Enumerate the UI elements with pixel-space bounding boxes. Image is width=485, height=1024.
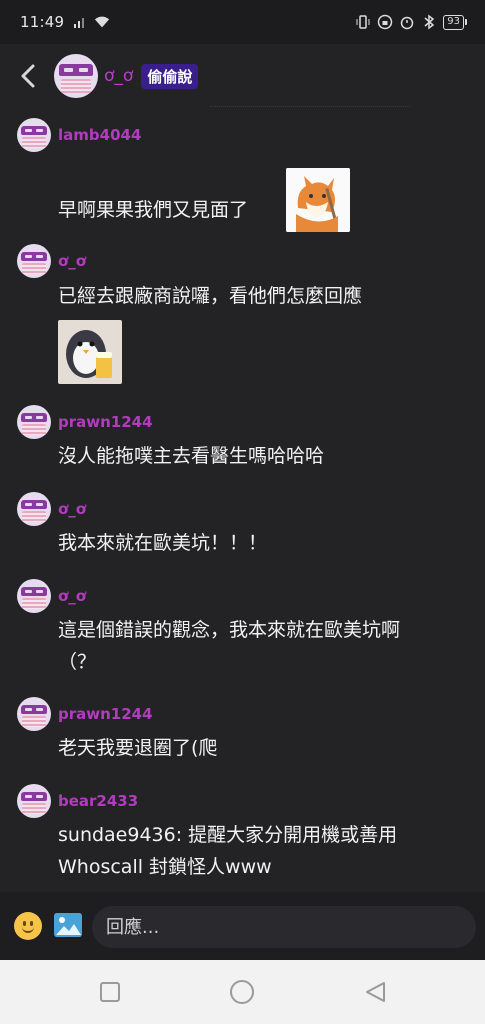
avatar[interactable] [17, 244, 51, 278]
message-text: 早啊果果我們又見面了 [58, 199, 249, 221]
message-text-line-2: （？ [58, 651, 97, 673]
status-bar: 11:49 93 [0, 0, 485, 44]
system-back-button[interactable] [364, 981, 386, 1007]
back-button[interactable] [8, 56, 48, 96]
triangle-back-icon [366, 982, 385, 1002]
chevron-left-icon [21, 64, 35, 88]
image-upload-button[interactable] [54, 913, 82, 937]
status-time: 11:49 [20, 13, 65, 31]
system-nav-bar [0, 960, 485, 1024]
battery-level: 93 [443, 14, 464, 30]
battery-indicator: 93 [443, 14, 467, 30]
signal-icon [72, 14, 88, 30]
reply-input[interactable] [92, 906, 476, 948]
avatar[interactable] [17, 405, 51, 439]
bluetooth-icon [421, 14, 437, 30]
message-text-line-1: 這是個錯誤的觀念，我本來就在歐美坑啊 [58, 619, 401, 641]
avatar[interactable] [17, 784, 51, 818]
emoji-button[interactable] [14, 912, 42, 940]
alarm-icon [399, 14, 415, 30]
message-username[interactable]: prawn1244 [58, 413, 153, 431]
avatar[interactable] [17, 118, 51, 152]
vibrate-icon [355, 14, 371, 30]
reply-bar [0, 892, 485, 960]
message-username[interactable]: ơ_ơ [58, 587, 86, 605]
message-username[interactable]: ơ_ơ [58, 252, 86, 270]
message-username[interactable]: prawn1244 [58, 705, 153, 723]
avatar[interactable] [17, 492, 51, 526]
header-avatar[interactable] [54, 54, 98, 98]
circle-icon [230, 980, 254, 1004]
header-username[interactable]: ơ_ơ [104, 66, 133, 86]
square-icon [100, 982, 120, 1002]
image-icon [54, 913, 82, 937]
fox-sticker[interactable] [286, 168, 350, 232]
avatar[interactable] [17, 697, 51, 731]
message-text-line-1: sundae9436: 提醒大家分開用機或善用 [58, 824, 398, 846]
anonymous-badge: 偷偷說 [141, 63, 199, 89]
avatar[interactable] [17, 579, 51, 613]
message-username[interactable]: lamb4044 [58, 126, 141, 144]
message-username[interactable]: bear2433 [58, 792, 138, 810]
message-text-line-2: Whoscall 封鎖怪人www [58, 856, 272, 878]
chat-header: ơ_ơ 偷偷說 [0, 44, 485, 108]
message-text: 我本來就在歐美坑！！！ [58, 532, 268, 554]
message-text: 沒人能拖噗主去看醫生嗎哈哈哈 [58, 445, 325, 467]
lock-rotation-icon [377, 14, 393, 30]
wifi-icon [94, 14, 110, 30]
message-text: 老天我要退圈了(爬 [58, 737, 218, 759]
recents-button[interactable] [100, 982, 120, 1006]
home-button[interactable] [230, 980, 254, 1008]
penguin-beer-sticker[interactable] [58, 320, 122, 384]
message-username[interactable]: ơ_ơ [58, 500, 86, 518]
message-text: 已經去跟廠商說囉，看他們怎麼回應 [58, 285, 363, 307]
